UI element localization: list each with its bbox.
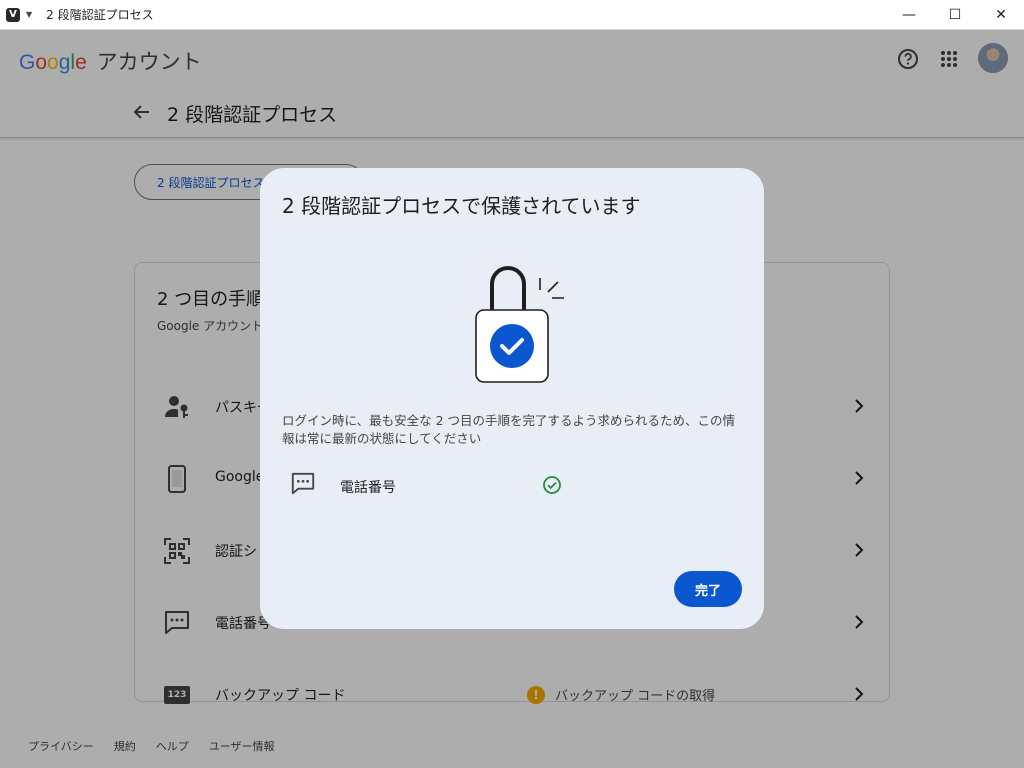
dialog-description: ログイン時に、最も安全な 2 つ目の手順を完了するよう求められるため、この情報は… xyxy=(282,413,736,446)
window-title: 2 段階認証プロセス xyxy=(46,8,154,22)
method-row-phone: 電話番号 xyxy=(290,471,590,499)
maximize-button[interactable]: ☐ xyxy=(932,0,978,30)
done-button[interactable]: 完了 xyxy=(674,571,742,607)
window-controls: — ☐ ✕ xyxy=(886,0,1024,30)
chevron-down-icon[interactable]: ▼ xyxy=(26,10,32,19)
padlock-check-illustration xyxy=(472,264,572,388)
protected-dialog: 2 段階認証プロセスで保護されています ログイン時に、最も安全な 2 つ目の手順… xyxy=(260,168,764,629)
dialog-title: 2 段階認証プロセスで保護されています xyxy=(282,194,641,218)
browser-app-icon[interactable]: V xyxy=(6,7,20,22)
check-circle-icon xyxy=(543,476,561,494)
window-titlebar: V ▼ 2 段階認証プロセス — ☐ ✕ xyxy=(0,0,1024,30)
close-window-button[interactable]: ✕ xyxy=(978,0,1024,30)
sms-icon xyxy=(291,472,315,495)
minimize-button[interactable]: — xyxy=(886,0,932,30)
method-label: 電話番号 xyxy=(340,480,396,496)
